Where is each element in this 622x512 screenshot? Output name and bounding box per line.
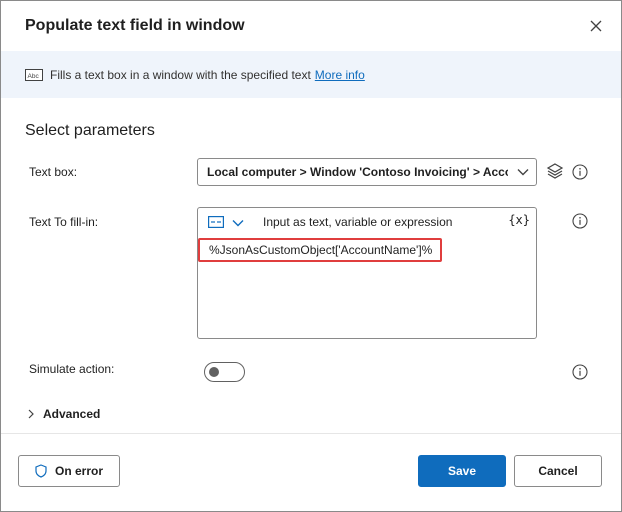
text-box-value: Local computer > Window 'Contoso Invoici… xyxy=(207,165,508,179)
chevron-down-icon[interactable] xyxy=(231,216,245,234)
svg-text:Abc: Abc xyxy=(28,72,40,79)
more-info-link[interactable]: More info xyxy=(315,68,365,82)
input-mode-hint: Input as text, variable or expression xyxy=(263,215,453,229)
info-icon xyxy=(572,164,588,185)
close-button[interactable] xyxy=(585,15,607,37)
text-to-fill-label: Text To fill-in: xyxy=(29,215,99,229)
save-button[interactable]: Save xyxy=(418,455,506,487)
on-error-button[interactable]: On error xyxy=(18,455,120,487)
chevron-right-icon xyxy=(27,409,35,419)
text-to-fill-input[interactable]: Input as text, variable or expression {x… xyxy=(197,207,537,339)
input-toolbar: Input as text, variable or expression {x… xyxy=(198,208,536,236)
advanced-label: Advanced xyxy=(43,407,101,421)
text-box-label: Text box: xyxy=(29,165,78,179)
layers-button[interactable] xyxy=(546,162,564,185)
close-icon xyxy=(590,20,602,32)
info-bar: Abc Fills a text box in a window with th… xyxy=(1,51,621,98)
variables-button[interactable]: {x} xyxy=(508,213,530,227)
shield-icon xyxy=(35,464,47,478)
layers-icon xyxy=(546,163,564,179)
toggle-knob xyxy=(209,367,219,377)
parameters-panel: Select parameters Text box: Local comput… xyxy=(1,98,621,433)
text-box-select[interactable]: Local computer > Window 'Contoso Invoici… xyxy=(197,158,537,186)
dialog: Populate text field in window Abc Fills … xyxy=(0,0,622,512)
advanced-expander[interactable]: Advanced xyxy=(27,407,100,421)
on-error-label: On error xyxy=(54,464,103,478)
info-icon xyxy=(572,213,588,234)
text-mode-icon[interactable] xyxy=(208,215,225,233)
simulate-action-toggle[interactable] xyxy=(204,362,245,382)
info-icon xyxy=(572,364,588,385)
dialog-footer: On error Save Cancel xyxy=(1,433,621,511)
cancel-button[interactable]: Cancel xyxy=(514,455,602,487)
title-bar: Populate text field in window xyxy=(1,1,621,51)
chevron-down-icon xyxy=(516,165,530,182)
text-box-icon: Abc xyxy=(25,68,43,81)
simulate-action-label: Simulate action: xyxy=(29,362,115,376)
dialog-title: Populate text field in window xyxy=(25,17,245,34)
info-text: Fills a text box in a window with the sp… xyxy=(50,67,311,82)
section-title: Select parameters xyxy=(25,122,155,139)
text-to-fill-value[interactable]: %JsonAsCustomObject['AccountName']% xyxy=(198,238,442,262)
